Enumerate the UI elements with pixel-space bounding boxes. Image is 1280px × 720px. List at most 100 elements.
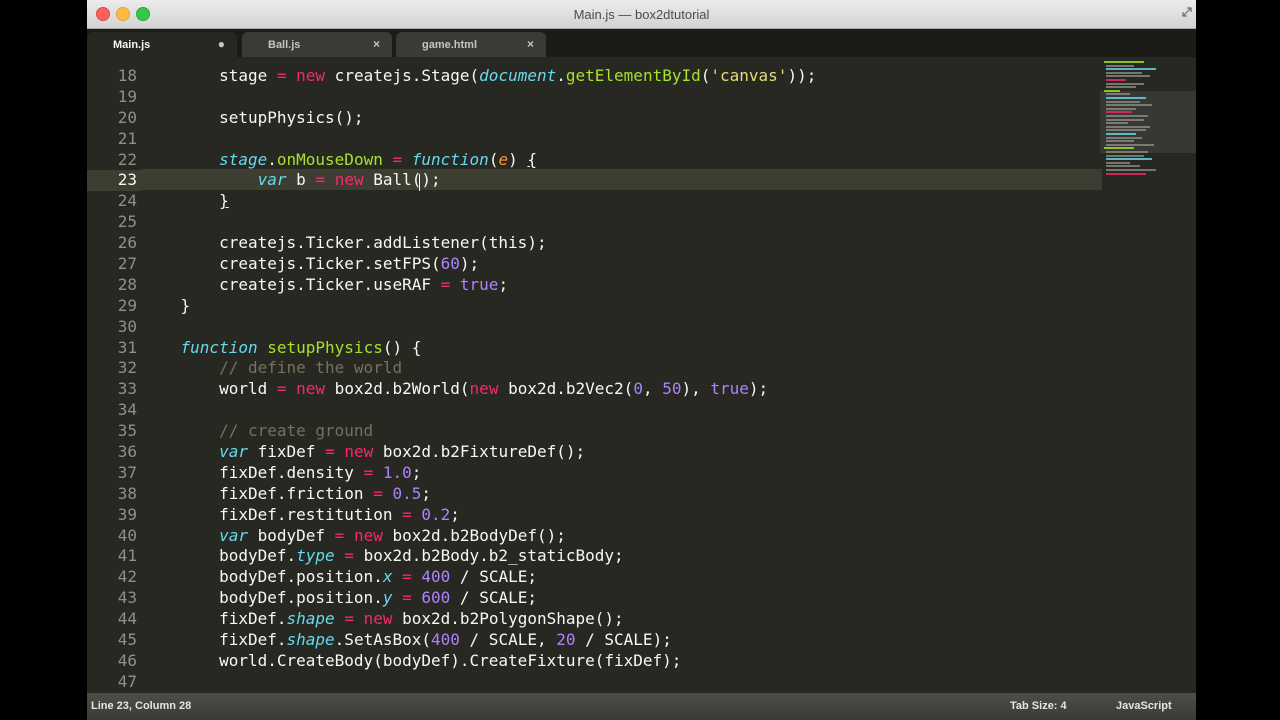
tab-label: Ball.js — [268, 39, 301, 51]
code-line[interactable]: var b = new Ball(); — [142, 169, 1102, 191]
code-token: var — [219, 442, 248, 462]
code-token: = — [402, 504, 412, 524]
minimap-line — [1104, 61, 1144, 63]
code-line[interactable] — [142, 671, 1102, 692]
code-line[interactable] — [142, 128, 1102, 149]
code-token: new — [296, 66, 326, 85]
code-line[interactable]: fixDef.restitution = 0.2; — [142, 504, 1102, 525]
close-icon[interactable]: × — [527, 37, 534, 51]
code-line[interactable]: fixDef.density = 1.0; — [142, 462, 1102, 483]
line-number: 41 — [117, 546, 137, 566]
code-line[interactable]: var fixDef = new box2d.b2FixtureDef(); — [142, 441, 1102, 462]
status-bar: Line 23, Column 28 Tab Size: 4 JavaScrip… — [87, 693, 1196, 720]
line-number: 46 — [117, 650, 137, 670]
tab-game-html[interactable]: game.html × — [396, 32, 546, 57]
code-token: } — [142, 295, 191, 315]
tab-ball-js[interactable]: Ball.js × — [242, 32, 392, 57]
window-title: Main.js — box2dtutorial — [573, 7, 710, 22]
code-line[interactable]: } — [142, 295, 1102, 316]
code-token: Ball(); — [363, 170, 441, 190]
code-line[interactable]: createjs.Ticker.addListener(this); — [142, 232, 1102, 253]
minimap-line — [1104, 147, 1134, 150]
tab-bar: Main.js ● Ball.js × game.html × — [87, 29, 1196, 57]
code-line[interactable] — [142, 211, 1102, 232]
code-line[interactable]: fixDef.shape = new box2d.b2PolygonShape(… — [142, 608, 1102, 629]
code-token: 50 — [662, 379, 682, 399]
code-token: , — [642, 379, 663, 399]
code-line[interactable]: stage = new createjs.Stage(document.getE… — [142, 65, 1102, 86]
line-number: 21 — [117, 128, 137, 148]
code-token: ; — [498, 274, 509, 294]
code-line[interactable]: createjs.Ticker.useRAF = true; — [142, 274, 1102, 295]
code-line[interactable] — [142, 399, 1102, 420]
minimap-line — [1106, 115, 1148, 117]
code-line[interactable] — [142, 316, 1102, 337]
line-number: 23 — [117, 170, 137, 190]
line-number: 18 — [117, 66, 137, 85]
code-token: createjs.Ticker.useRAF — [142, 274, 441, 294]
code-line[interactable] — [142, 86, 1102, 107]
code-line[interactable]: fixDef.friction = 0.5; — [142, 483, 1102, 504]
code-line[interactable]: bodyDef.position.x = 400 / SCALE; — [142, 566, 1102, 587]
dot-icon[interactable]: ● — [218, 37, 225, 51]
tab-main-js[interactable]: Main.js ● — [87, 32, 237, 57]
code-line[interactable]: fixDef.shape.SetAsBox(400 / SCALE, 20 / … — [142, 629, 1102, 650]
line-number: 32 — [117, 358, 137, 378]
line-number: 22 — [117, 149, 137, 169]
code-token: fixDef.friction — [142, 483, 374, 503]
line-number: 24 — [117, 191, 137, 211]
code-editor[interactable]: 18 19 20 21 22 23 24 25 26 27 28 29 30 31 32 33 34 35 36 37… — [87, 57, 1196, 693]
code-token: 0.2 — [421, 504, 451, 524]
fullscreen-icon[interactable] — [1181, 6, 1193, 18]
code-line[interactable]: bodyDef.position.y = 600 / SCALE; — [142, 587, 1102, 608]
code-token: setupPhysics(); — [142, 107, 364, 127]
code-line[interactable]: } — [142, 190, 1102, 211]
code-line[interactable]: world = new box2d.b2World(new box2d.b2Ve… — [142, 378, 1102, 399]
code-line[interactable]: bodyDef.type = box2d.b2Body.b2_staticBod… — [142, 545, 1102, 566]
code-token: new — [334, 170, 364, 190]
minimap[interactable] — [1100, 57, 1196, 693]
code-area[interactable]: stage = new createjs.Stage(document.getE… — [142, 65, 1102, 692]
code-token: shape — [286, 630, 335, 650]
minimap-line — [1106, 129, 1146, 132]
code-token: = — [402, 567, 412, 587]
code-line[interactable]: // create ground — [142, 420, 1102, 441]
code-line[interactable]: // define the world — [142, 357, 1102, 378]
syntax-selector[interactable]: JavaScript — [1116, 700, 1172, 712]
code-token: box2d.b2Body.b2_staticBody; — [353, 546, 624, 566]
code-token: world — [142, 379, 277, 399]
code-token: = — [315, 170, 326, 190]
code-line[interactable]: setupPhysics(); — [142, 107, 1102, 128]
code-token: new — [353, 525, 383, 545]
minimap-line — [1106, 104, 1152, 107]
code-token: b — [286, 170, 316, 190]
code-line[interactable]: world.CreateBody(bodyDef).CreateFixture(… — [142, 650, 1102, 671]
code-line[interactable]: var bodyDef = new box2d.b2BodyDef(); — [142, 525, 1102, 546]
tab-size-selector[interactable]: Tab Size: 4 — [1010, 700, 1067, 712]
code-line[interactable]: stage.onMouseDown = function(e) { — [142, 149, 1102, 170]
line-number: 36 — [117, 442, 137, 462]
code-token: = — [363, 462, 374, 482]
code-token: new — [363, 609, 393, 629]
code-token: 400 — [431, 630, 460, 650]
close-icon[interactable]: × — [373, 37, 380, 51]
code-line[interactable]: createjs.Ticker.setFPS(60); — [142, 253, 1102, 274]
code-token: / SCALE; — [450, 567, 537, 587]
code-token: box2d.b2FixtureDef(); — [373, 442, 586, 462]
code-line[interactable]: function setupPhysics() { — [142, 337, 1102, 358]
code-token: ( — [700, 66, 711, 85]
minimap-line — [1106, 97, 1146, 99]
code-token: // create ground — [219, 421, 374, 441]
minimap-line — [1106, 64, 1134, 67]
line-number: 30 — [117, 316, 137, 336]
